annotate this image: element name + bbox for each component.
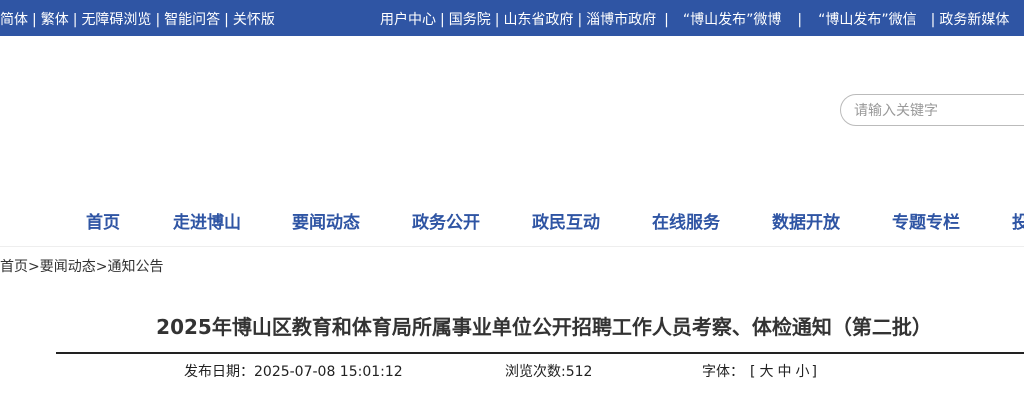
- simplified-chinese-link[interactable]: 简体: [0, 12, 28, 28]
- breadcrumb-news[interactable]: 要闻动态: [40, 259, 96, 275]
- article-title: 2025年博山区教育和体育局所属事业单位公开招聘工作人员考察、体检通知（第二批）: [156, 315, 932, 339]
- view-count-label: 浏览次数:: [505, 364, 566, 380]
- wechat-link[interactable]: “博山发布”微信: [818, 12, 917, 28]
- nav-interaction[interactable]: 政民互动: [532, 208, 600, 233]
- separator: |: [224, 12, 229, 28]
- nav-home[interactable]: 首页: [86, 208, 120, 233]
- search-box: [840, 94, 1024, 127]
- separator: |: [494, 12, 500, 28]
- nav-gov-affairs[interactable]: 政务公开: [412, 208, 480, 233]
- zibo-gov-link[interactable]: 淄博市政府: [586, 12, 656, 28]
- separator: |: [797, 12, 803, 28]
- separator: |: [440, 12, 445, 28]
- breadcrumb-notices[interactable]: 通知公告: [107, 259, 163, 275]
- font-size-medium-button[interactable]: 中: [777, 364, 791, 380]
- nav-open-data[interactable]: 数据开放: [772, 208, 840, 233]
- separator: |: [72, 12, 78, 28]
- font-size-label: 字体：: [702, 364, 744, 380]
- top-utility-bar: 简体 | 繁体 | 无障碍浏览 | 智能问答 | 关怀版 用户中心 | 国务院 | 山东省政府 | 淄博市政…: [0, 0, 1024, 36]
- topbar-left-links: 简体 | 繁体 | 无障碍浏览 | 智能问答 | 关怀版: [0, 9, 275, 29]
- gov-new-media-link[interactable]: 政务新媒体: [939, 12, 1009, 28]
- font-size-small-button[interactable]: 小: [795, 364, 809, 380]
- font-size-bracket-close: ]: [811, 364, 817, 380]
- weibo-link[interactable]: “博山发布”微博: [683, 12, 782, 28]
- font-size-control: 字体： [大中小]: [702, 361, 817, 381]
- nav-investment[interactable]: 投: [1012, 208, 1024, 233]
- separator: |: [930, 12, 936, 28]
- user-center-link[interactable]: 用户中心: [380, 12, 436, 28]
- traditional-chinese-link[interactable]: 繁体: [41, 12, 69, 28]
- separator: |: [577, 12, 583, 28]
- separator: |: [664, 12, 669, 28]
- publish-date-info: 发布日期：2025-07-08 15:01:12: [184, 361, 403, 381]
- topbar-right-links: 用户中心 | 国务院 | 山东省政府 | 淄博市政府 | “博山发布”微博 | “博山发布”微信 | 政…: [380, 9, 1009, 29]
- state-council-link[interactable]: 国务院: [449, 12, 491, 28]
- breadcrumb-separator: >: [95, 259, 108, 275]
- shandong-gov-link[interactable]: 山东省政府: [503, 12, 573, 28]
- separator: |: [32, 12, 37, 28]
- view-count-info: 浏览次数:512: [505, 361, 592, 381]
- separator: |: [155, 12, 161, 28]
- nav-about-boshan[interactable]: 走进博山: [173, 208, 241, 233]
- search-input[interactable]: [852, 95, 1024, 127]
- font-size-large-button[interactable]: 大: [759, 364, 773, 380]
- publish-date-value: 2025-07-08 15:01:12: [254, 364, 403, 380]
- nav-special-topics[interactable]: 专题专栏: [892, 208, 960, 233]
- care-mode-link[interactable]: 关怀版: [233, 12, 275, 28]
- font-size-bracket-open: [: [750, 364, 756, 380]
- view-count-value: 512: [565, 364, 593, 380]
- title-divider: [56, 352, 1024, 354]
- breadcrumb: 首页>要闻动态>通知公告: [0, 256, 163, 276]
- smart-qa-link[interactable]: 智能问答: [164, 12, 220, 28]
- main-navigation: 首页 走进博山 要闻动态 政务公开 政民互动 在线服务 数据开放 专题专栏 投: [0, 200, 1024, 240]
- breadcrumb-separator: >: [28, 259, 40, 275]
- publish-date-label: 发布日期：: [184, 364, 254, 380]
- nav-news[interactable]: 要闻动态: [292, 208, 360, 233]
- nav-online-services[interactable]: 在线服务: [652, 208, 720, 233]
- accessibility-link[interactable]: 无障碍浏览: [81, 12, 151, 28]
- breadcrumb-home[interactable]: 首页: [0, 259, 28, 275]
- nav-divider: [0, 246, 1024, 247]
